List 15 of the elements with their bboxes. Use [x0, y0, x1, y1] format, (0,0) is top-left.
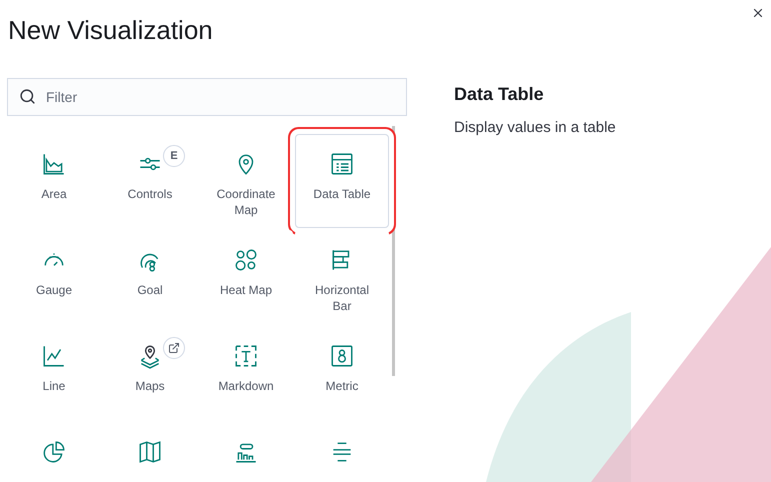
metric-icon: [329, 343, 355, 369]
circles-icon: [233, 247, 259, 273]
table-icon: [329, 151, 355, 177]
preview-title: Data Table: [454, 83, 545, 106]
scrollbar[interactable]: [392, 126, 395, 376]
pie-chart-icon: [41, 439, 67, 465]
search-icon: [19, 88, 36, 105]
map-icon: [137, 439, 163, 465]
preview-description: Display values in a table: [454, 119, 616, 136]
filter-field[interactable]: Filter: [7, 78, 407, 116]
text-frame-icon: [233, 343, 259, 369]
badge: E: [163, 145, 185, 167]
external-link-badge: [163, 337, 185, 359]
page-title: New Visualization: [8, 14, 214, 46]
close-icon: [751, 6, 765, 20]
